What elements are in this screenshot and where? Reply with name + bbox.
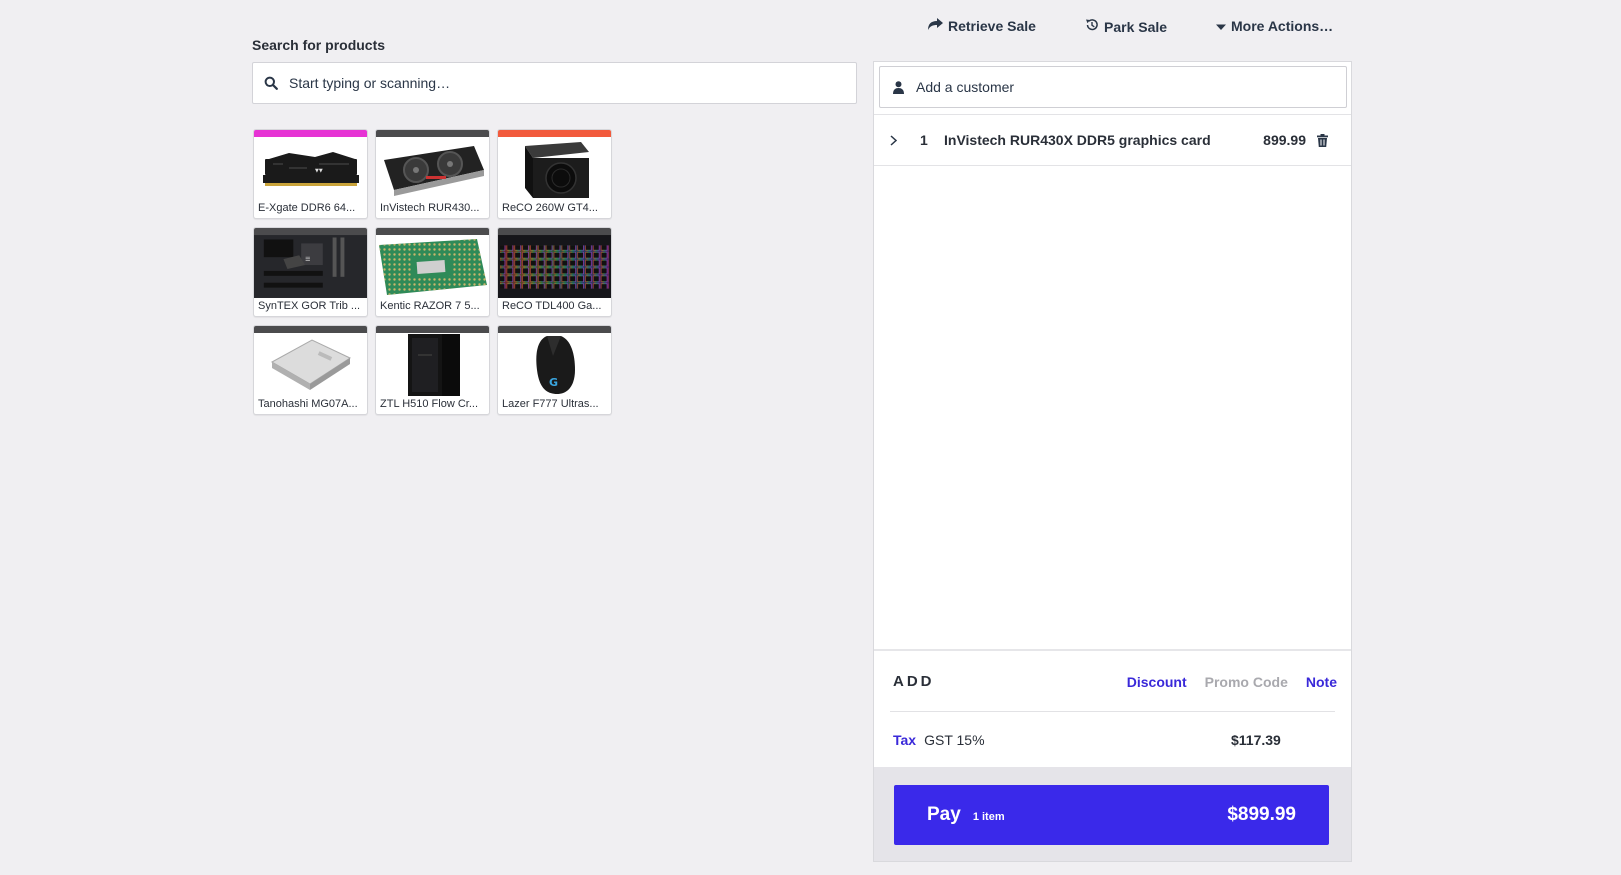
tax-row: Tax GST 15% $117.39 [893,732,1293,748]
product-tile[interactable]: InVistech RUR430... [375,129,490,219]
add-title: ADD [893,673,935,690]
product-grid: ▼▼ E-Xgate DDR6 64... InVistech RUR430..… [253,129,612,415]
park-sale-button[interactable]: Park Sale [1085,18,1167,35]
product-color-bar [254,326,367,333]
promo-code-link[interactable]: Promo Code [1205,674,1288,690]
park-sale-label: Park Sale [1104,18,1168,35]
share-arrow-icon [928,18,943,34]
product-color-bar [498,228,611,235]
trash-icon[interactable] [1306,133,1338,147]
pay-label: Pay [927,804,961,825]
pay-total: $899.99 [1227,804,1296,825]
line-item-quantity: 1 [920,132,928,148]
product-tile[interactable]: Tanohashi MG07A... [253,325,368,415]
product-name: Tanohashi MG07A... [258,398,358,410]
line-item-name: InVistech RUR430X DDR5 graphics card [944,132,1211,148]
product-thumbnail [376,235,489,298]
pay-button[interactable]: Pay 1 item $899.99 [894,785,1329,845]
add-section: ADD Discount Promo Code Note Tax GST 15%… [874,649,1351,767]
product-color-bar [376,130,489,137]
caret-down-icon [1216,18,1226,34]
retrieve-sale-button[interactable]: Retrieve Sale [928,18,1036,34]
product-thumbnail [254,333,367,396]
product-thumbnail [376,333,489,396]
pay-item-count: 1 item [972,811,1005,823]
chevron-right-icon[interactable] [874,134,912,146]
search-icon [253,76,289,90]
product-color-bar [498,130,611,137]
history-clock-icon [1085,18,1099,35]
more-actions-button[interactable]: More Actions… [1216,18,1333,34]
product-name: ZTL H510 Flow Cr... [380,398,479,410]
customer-input[interactable] [916,79,1336,95]
product-color-bar [376,228,489,235]
product-name: ReCO 260W GT4... [502,202,598,214]
add-links: Discount Promo Code Note [1127,674,1337,690]
tax-name: GST 15% [924,732,985,748]
product-thumbnail: ▼▼ [254,137,367,200]
sale-panel: 1 InVistech RUR430X DDR5 graphics card 8… [873,61,1352,862]
customer-box[interactable] [879,66,1347,108]
product-thumbnail: G [498,333,611,396]
line-item-price: 899.99 [1263,132,1306,148]
cart-line-item[interactable]: 1 InVistech RUR430X DDR5 graphics card 8… [874,114,1351,166]
product-name: ReCO TDL400 Ga... [502,300,602,312]
product-tile[interactable]: ReCO TDL400 Ga... [497,227,612,317]
product-tile[interactable]: ☰ SynTEX GOR Trib ... [253,227,368,317]
product-name: Lazer F777 Ultras... [502,398,599,410]
product-thumbnail [498,235,611,298]
pay-area: Pay 1 item $899.99 [874,767,1351,861]
product-tile[interactable]: Kentic RAZOR 7 5... [375,227,490,317]
product-thumbnail [498,137,611,200]
product-thumbnail [376,137,489,200]
product-tile[interactable]: ZTL H510 Flow Cr... [375,325,490,415]
divider [890,711,1335,712]
product-color-bar [498,326,611,333]
discount-link[interactable]: Discount [1127,674,1187,690]
product-name: SynTEX GOR Trib ... [258,300,361,312]
product-name: Kentic RAZOR 7 5... [380,300,480,312]
product-name: E-Xgate DDR6 64... [258,202,356,214]
top-actions: Retrieve Sale Park Sale More Actions… [0,18,1621,40]
tax-link[interactable]: Tax [893,732,916,748]
more-actions-label: More Actions… [1231,18,1334,34]
product-color-bar [376,326,489,333]
product-color-bar [254,130,367,137]
product-color-bar [254,228,367,235]
tax-amount: $117.39 [1231,732,1281,748]
product-tile[interactable]: ReCO 260W GT4... [497,129,612,219]
product-name: InVistech RUR430... [380,202,480,214]
svg-text:G: G [549,376,558,389]
user-icon [880,80,916,94]
product-tile[interactable]: ▼▼ E-Xgate DDR6 64... [253,129,368,219]
search-input[interactable] [289,64,849,102]
svg-text:☰: ☰ [305,256,310,263]
retrieve-sale-label: Retrieve Sale [948,18,1036,34]
svg-text:▼▼: ▼▼ [315,168,323,174]
note-link[interactable]: Note [1306,674,1337,690]
search-box[interactable] [252,62,857,104]
product-tile[interactable]: G Lazer F777 Ultras... [497,325,612,415]
product-thumbnail: ☰ [254,235,367,298]
